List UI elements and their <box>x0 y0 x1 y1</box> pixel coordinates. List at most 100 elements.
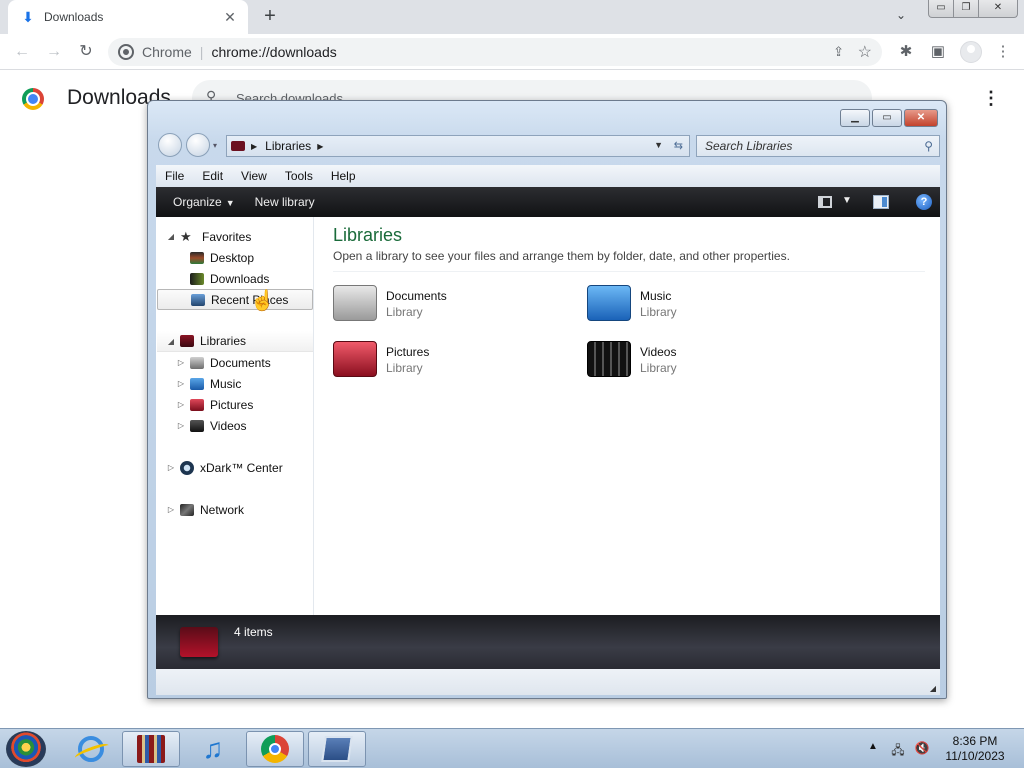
nav-xdark-center[interactable]: ▷ xDark™ Center <box>166 457 283 478</box>
close-tab-icon[interactable]: ✕ <box>222 9 238 26</box>
network-tray-icon[interactable]: 🖧 <box>890 741 906 757</box>
documents-library-icon <box>333 285 377 321</box>
library-type: Library <box>640 305 677 319</box>
menu-tools[interactable]: Tools <box>276 169 322 183</box>
taskbar-music-player[interactable]: ♫ <box>184 731 242 767</box>
nav-desktop[interactable]: Desktop <box>186 247 254 268</box>
breadcrumb-arrow-icon[interactable]: ▶ <box>317 142 323 151</box>
search-libraries-input[interactable]: Search Libraries ⚲ <box>696 135 940 157</box>
chevron-down-icon: ▼ <box>225 198 235 208</box>
view-options-dropdown-icon[interactable]: ▼ <box>842 195 852 206</box>
nav-network[interactable]: ▷ Network <box>166 499 244 520</box>
explorer-minimize-button[interactable]: ▁ <box>840 109 870 127</box>
breadcrumb-libraries[interactable]: Libraries <box>265 139 311 153</box>
explorer-maximize-button[interactable]: ▭ <box>872 109 902 127</box>
expand-icon[interactable]: ◢ <box>166 232 176 241</box>
videos-icon <box>190 419 204 432</box>
organize-button[interactable]: Organize ▼ <box>156 195 245 209</box>
explorer-close-button[interactable]: ✕ <box>904 109 938 127</box>
nav-favorites-label: Favorites <box>202 229 252 244</box>
address-dropdown-icon[interactable]: ▼ <box>654 140 663 150</box>
nav-videos-label: Videos <box>210 418 247 433</box>
star-icon: ★ <box>180 228 192 244</box>
nav-videos[interactable]: ▷ Videos <box>176 415 247 436</box>
libraries-icon <box>180 335 194 347</box>
menu-view[interactable]: View <box>232 169 276 183</box>
content-pane: Libraries Open a library to see your fil… <box>326 217 926 615</box>
restore-button[interactable]: ❐ <box>953 0 979 18</box>
close-button[interactable]: ✕ <box>978 0 1018 18</box>
taskbar-explorer[interactable] <box>308 731 366 767</box>
nav-music[interactable]: ▷ Music <box>176 373 241 394</box>
expand-icon[interactable]: ▷ <box>176 421 186 430</box>
tab-strip: ⬇ Downloads ✕ + ⌄ ▭ ❐ ✕ <box>0 0 1024 34</box>
address-bar[interactable]: ▶ Libraries ▶ ▼ ⇆ <box>226 135 690 157</box>
system-clock[interactable]: 8:36 PM 11/10/2023 <box>940 734 1010 764</box>
download-icon: ⬇ <box>22 8 34 25</box>
forward-button[interactable]: → <box>42 40 66 64</box>
library-name: Music <box>640 289 672 303</box>
pictures-icon <box>190 398 204 411</box>
url-text[interactable]: chrome://downloads <box>211 44 336 60</box>
library-pictures[interactable]: Pictures Library <box>333 339 553 383</box>
search-icon[interactable]: ⚲ <box>924 136 933 156</box>
taskbar-archiver[interactable] <box>122 731 180 767</box>
start-button[interactable] <box>6 731 46 767</box>
back-button[interactable]: ← <box>10 40 34 64</box>
help-icon[interactable]: ? <box>916 194 932 210</box>
nav-recent-places[interactable]: Recent Places <box>157 289 313 310</box>
nav-network-label: Network <box>200 502 245 517</box>
tab-title: Downloads <box>44 10 104 24</box>
recent-dropdown-icon[interactable]: ▾ <box>213 141 217 150</box>
change-view-icon[interactable] <box>818 196 832 208</box>
expand-icon[interactable]: ▷ <box>166 505 176 514</box>
tab-downloads[interactable]: ⬇ Downloads ✕ <box>8 0 248 34</box>
nav-downloads[interactable]: Downloads <box>186 268 269 289</box>
show-hidden-icons-icon[interactable]: ▲ <box>868 741 878 752</box>
nav-pictures[interactable]: ▷ Pictures <box>176 394 253 415</box>
chrome-menu-icon[interactable]: ⋮ <box>994 43 1012 61</box>
bookmark-star-icon[interactable]: ☆ <box>858 42 872 62</box>
library-videos[interactable]: Videos Library <box>587 339 807 383</box>
explorer-icon <box>321 736 353 762</box>
breadcrumb-arrow-icon[interactable]: ▶ <box>251 142 257 151</box>
address-bar[interactable]: Chrome | chrome://downloads ⇪ ☆ <box>108 38 882 66</box>
back-button[interactable] <box>158 133 182 157</box>
nav-libraries[interactable]: ◢ Libraries <box>157 331 313 352</box>
nav-favorites[interactable]: ◢ ★ Favorites <box>166 226 251 247</box>
collapse-icon[interactable]: ◢ <box>166 337 176 346</box>
library-documents[interactable]: Documents Library <box>333 283 553 327</box>
share-icon[interactable]: ⇪ <box>833 44 844 60</box>
expand-icon[interactable]: ▷ <box>176 379 186 388</box>
nav-documents[interactable]: ▷ Documents <box>176 352 271 373</box>
side-panel-icon[interactable]: ▣ <box>929 43 947 61</box>
taskbar-chrome[interactable] <box>246 731 304 767</box>
resize-grip-icon[interactable]: ◢ <box>930 684 936 693</box>
preview-pane-icon[interactable] <box>873 195 889 209</box>
new-tab-button[interactable]: + <box>258 6 282 28</box>
expand-icon[interactable]: ▷ <box>176 400 186 409</box>
details-pane: 4 items <box>156 615 940 669</box>
menu-file[interactable]: File <box>156 169 193 183</box>
tab-search-chevron-icon[interactable]: ⌄ <box>896 8 906 22</box>
new-library-button[interactable]: New library <box>245 195 325 209</box>
minimize-button[interactable]: ▭ <box>928 0 954 18</box>
refresh-icon[interactable]: ⇆ <box>674 139 683 152</box>
menu-edit[interactable]: Edit <box>193 169 232 183</box>
nav-desktop-label: Desktop <box>210 250 255 265</box>
reload-button[interactable]: ↻ <box>74 40 98 64</box>
expand-icon[interactable]: ▷ <box>166 463 176 472</box>
navigation-pane: ◢ ★ Favorites Desktop Downloads Recent P… <box>156 217 314 615</box>
library-music[interactable]: Music Library <box>587 283 807 327</box>
taskbar-internet-explorer[interactable] <box>62 731 120 767</box>
hand-cursor-icon: ☝ <box>250 290 275 312</box>
forward-button[interactable] <box>186 133 210 157</box>
menu-help[interactable]: Help <box>322 169 365 183</box>
more-actions-icon[interactable]: ⋮ <box>982 88 1000 109</box>
xdark-center-icon <box>180 460 194 475</box>
extensions-icon[interactable]: ✱ <box>897 43 915 61</box>
profile-avatar[interactable] <box>960 41 982 63</box>
volume-muted-icon[interactable]: 🔇 <box>914 741 930 757</box>
command-bar: Organize ▼ New library ▼ ? <box>156 187 940 217</box>
expand-icon[interactable]: ▷ <box>176 358 186 367</box>
